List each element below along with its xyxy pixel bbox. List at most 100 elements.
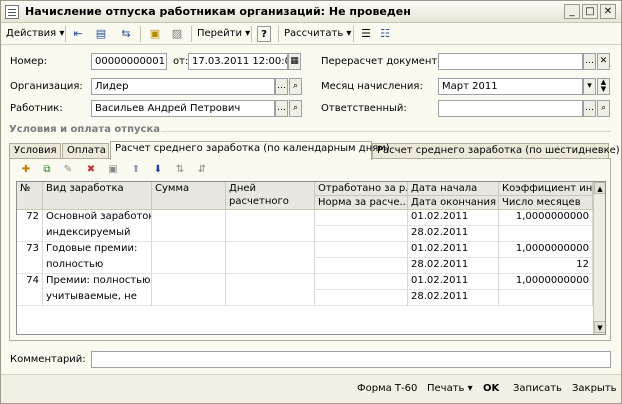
post-document-icon[interactable]: ▣: [147, 26, 163, 42]
scroll-down-icon[interactable]: ▼: [594, 321, 605, 333]
select-ellipsis-icon[interactable]: …: [275, 100, 288, 117]
column-header-start-date[interactable]: Дата начала: [408, 182, 499, 196]
table-cell-months[interactable]: [499, 290, 593, 306]
close-button[interactable]: Закрыть: [572, 382, 617, 396]
table-row-number[interactable]: 72: [17, 210, 43, 242]
print-menu[interactable]: Печать ▾: [427, 382, 473, 396]
table-cell-end-date[interactable]: 28.02.2011: [408, 258, 499, 274]
comment-field[interactable]: [91, 351, 611, 368]
table-row-number[interactable]: 73: [17, 242, 43, 274]
table-cell-months[interactable]: 12: [499, 258, 593, 274]
column-header-period-days[interactable]: Дней расчетного периода: [226, 182, 315, 210]
table-cell-earning-type[interactable]: Основной заработок:: [43, 210, 152, 226]
ok-button[interactable]: OK: [483, 382, 499, 396]
select-ellipsis-icon[interactable]: …: [583, 100, 596, 117]
select-ellipsis-icon[interactable]: …: [275, 78, 288, 95]
table-cell-period-days[interactable]: [226, 210, 315, 242]
table-cell-months[interactable]: [499, 226, 593, 242]
table-cell-worked[interactable]: [315, 242, 408, 258]
close-window-button[interactable]: ✕: [600, 4, 616, 19]
table-cell-norm[interactable]: [315, 290, 408, 306]
column-header-coefficient[interactable]: Коэффициент ин...: [499, 182, 593, 196]
table-cell-sum[interactable]: [152, 242, 226, 274]
chevron-down-icon[interactable]: ▾: [583, 78, 596, 95]
table-cell-sum[interactable]: [152, 210, 226, 242]
table-row-number[interactable]: 74: [17, 274, 43, 306]
table-cell-start-date[interactable]: 01.02.2011: [408, 242, 499, 258]
actions-menu[interactable]: Действия ▾: [6, 26, 64, 42]
search-icon[interactable]: ⌕: [289, 78, 302, 95]
date-field[interactable]: 17.03.2011 12:00:00: [188, 53, 288, 70]
clear-icon[interactable]: ✕: [597, 53, 610, 70]
scroll-up-icon[interactable]: ▲: [594, 182, 605, 194]
column-header-sum[interactable]: Сумма: [152, 182, 226, 210]
employee-label: Работник:: [10, 103, 63, 114]
edit-row-icon[interactable]: ✎: [61, 163, 75, 177]
recalc-label: Перерасчет документа:: [321, 56, 447, 67]
month-stepper[interactable]: ▲ ▼: [597, 78, 610, 95]
table-cell-end-date[interactable]: 28.02.2011: [408, 290, 499, 306]
responsible-field[interactable]: [438, 100, 583, 117]
sort-descending-icon[interactable]: ⇵: [195, 163, 209, 177]
end-edit-icon[interactable]: ▣: [106, 163, 120, 177]
delete-row-icon[interactable]: ✖: [84, 163, 98, 177]
table-cell-norm[interactable]: [315, 258, 408, 274]
save-button[interactable]: Записать: [513, 382, 562, 396]
tab-conditions[interactable]: Условия: [9, 143, 61, 159]
column-header-months[interactable]: Число месяцев: [499, 196, 593, 210]
edit-list-icon[interactable]: ▤: [93, 26, 109, 42]
table-cell-start-date[interactable]: 01.02.2011: [408, 274, 499, 290]
recalc-field[interactable]: [438, 53, 583, 70]
column-header-worked[interactable]: Отработано за р...: [315, 182, 408, 196]
structure-icon[interactable]: ⇆: [118, 26, 134, 42]
table-cell-earning-type[interactable]: полностью: [43, 258, 152, 274]
table-cell-earning-type[interactable]: учитываемые, не: [43, 290, 152, 306]
search-icon[interactable]: ⌕: [289, 100, 302, 117]
unpost-icon[interactable]: ▨: [169, 26, 185, 42]
table-cell-earning-type[interactable]: Премии: полностью: [43, 274, 152, 290]
vertical-scrollbar[interactable]: ▲ ▼: [593, 182, 605, 334]
organization-field[interactable]: Лидер: [91, 78, 275, 95]
earnings-table[interactable]: № Вид заработка Сумма Дней расчетного пе…: [16, 181, 606, 335]
add-row-icon[interactable]: ✚: [19, 163, 33, 177]
number-field[interactable]: 00000000001: [91, 53, 167, 70]
table-cell-coefficient[interactable]: 1,0000000000: [499, 210, 593, 226]
maximize-button[interactable]: □: [582, 4, 598, 19]
table-cell-sum[interactable]: [152, 274, 226, 306]
table-cell-earning-type[interactable]: индексируемый: [43, 226, 152, 242]
table-cell-coefficient[interactable]: 1,0000000000: [499, 274, 593, 290]
column-header-number[interactable]: №: [17, 182, 43, 210]
tab-avg-six-day-week[interactable]: Расчет среднего заработка (по шестидневк…: [372, 143, 620, 159]
employee-field[interactable]: Васильев Андрей Петрович: [91, 100, 275, 117]
table-cell-worked[interactable]: [315, 210, 408, 226]
tab-payment[interactable]: Оплата: [62, 143, 109, 159]
search-icon[interactable]: ⌕: [597, 100, 610, 117]
column-header-norm[interactable]: Норма за расче...: [315, 196, 408, 210]
goto-menu[interactable]: Перейти ▾: [197, 26, 250, 42]
table-cell-coefficient[interactable]: 1,0000000000: [499, 242, 593, 258]
table-cell-start-date[interactable]: 01.02.2011: [408, 210, 499, 226]
table-cell-norm[interactable]: [315, 226, 408, 242]
form-t60-button[interactable]: Форма Т-60: [357, 382, 417, 396]
table-cell-end-date[interactable]: 28.02.2011: [408, 226, 499, 242]
settings-list-icon[interactable]: ☷: [377, 26, 393, 42]
minimize-button[interactable]: _: [564, 4, 580, 19]
tab-avg-calendar-days[interactable]: Расчет среднего заработка (по календарны…: [110, 141, 390, 160]
help-button[interactable]: ?: [257, 26, 271, 42]
calculate-menu[interactable]: Рассчитать ▾: [284, 26, 351, 42]
sort-ascending-icon[interactable]: ⇅: [173, 163, 187, 177]
copy-row-icon[interactable]: ⧉: [40, 163, 54, 177]
back-icon[interactable]: ⇤: [70, 26, 86, 42]
table-cell-earning-type[interactable]: Годовые премии:: [43, 242, 152, 258]
move-down-icon[interactable]: ⬇: [151, 163, 165, 177]
month-field[interactable]: Март 2011: [438, 78, 583, 95]
column-header-earning-type[interactable]: Вид заработка: [43, 182, 152, 210]
move-up-icon[interactable]: ⬆: [129, 163, 143, 177]
select-ellipsis-icon[interactable]: …: [583, 53, 596, 70]
table-cell-period-days[interactable]: [226, 242, 315, 274]
table-cell-period-days[interactable]: [226, 274, 315, 306]
column-header-end-date[interactable]: Дата окончания: [408, 196, 499, 210]
list-view-icon[interactable]: ☰: [358, 26, 374, 42]
calendar-icon[interactable]: ▦: [288, 53, 301, 70]
table-cell-worked[interactable]: [315, 274, 408, 290]
